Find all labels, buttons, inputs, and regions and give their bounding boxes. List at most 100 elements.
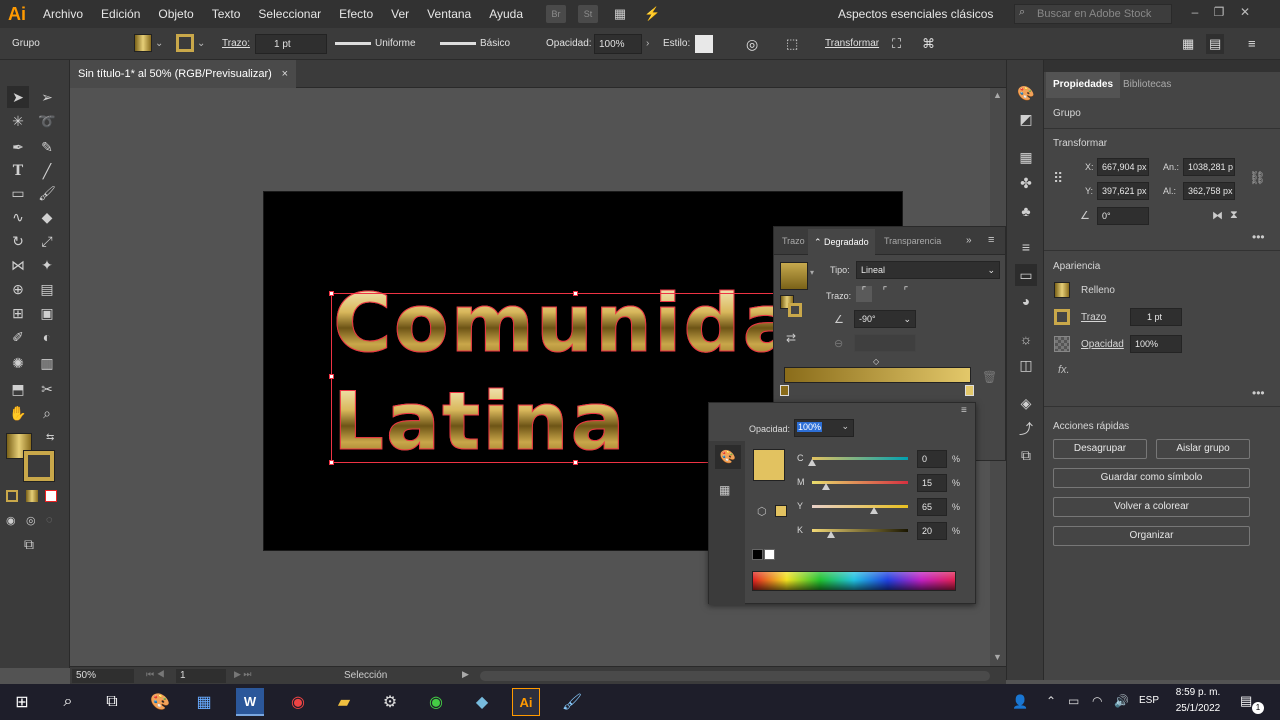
channel-y-thumb[interactable] bbox=[870, 507, 879, 514]
mesh-tool-icon[interactable]: ⊞ bbox=[7, 302, 29, 324]
fill-swatch-panel[interactable] bbox=[1054, 282, 1070, 298]
gradient-preview-swatch[interactable] bbox=[780, 262, 808, 290]
chevron-right-icon[interactable]: › bbox=[646, 34, 649, 54]
constrain-proportions-icon[interactable]: ⛓ bbox=[1249, 170, 1266, 186]
volume-icon[interactable]: 🔊 bbox=[1114, 694, 1129, 708]
profile-field[interactable]: Uniforme bbox=[335, 34, 421, 54]
gradient-angle-field[interactable]: -90° ⌄ bbox=[854, 310, 916, 328]
quick-actions-icon[interactable]: ⌘ bbox=[922, 34, 935, 54]
clock-time[interactable]: 8:59 p. m. bbox=[1172, 687, 1224, 698]
zoom-field[interactable]: 50% bbox=[72, 669, 134, 683]
reverse-gradient-icon[interactable]: ⇄ bbox=[786, 331, 796, 345]
black-swatch[interactable] bbox=[752, 549, 763, 560]
app-icon[interactable]: ◆ bbox=[468, 688, 496, 716]
more-appearance-icon[interactable]: ••• bbox=[1252, 386, 1265, 400]
workspace-switcher[interactable]: Aspectos esenciales clásicos ⌄ bbox=[838, 4, 1006, 41]
out-of-gamut-icon[interactable]: ⬡ bbox=[757, 505, 767, 518]
style-swatch[interactable] bbox=[695, 35, 713, 53]
fill-swatch[interactable] bbox=[134, 34, 152, 52]
menu-ver[interactable]: Ver bbox=[382, 0, 418, 28]
restore-icon[interactable]: ❐ bbox=[1208, 2, 1230, 22]
tab-transparencia[interactable]: Transparencia bbox=[884, 236, 941, 246]
opacity-panel-field[interactable]: 100% bbox=[1130, 335, 1182, 353]
close-icon[interactable]: ✕ bbox=[1234, 2, 1256, 22]
channel-c-slider[interactable] bbox=[812, 457, 908, 460]
menu-archivo[interactable]: Archivo bbox=[34, 0, 92, 28]
rotate-angle-field[interactable]: 0° bbox=[1097, 207, 1149, 225]
draw-mode-icon[interactable]: ◉ bbox=[6, 514, 16, 527]
arrange-button[interactable]: Organizar bbox=[1053, 526, 1250, 546]
isolate-group-button[interactable]: Aislar grupo bbox=[1156, 439, 1250, 459]
language-indicator[interactable]: ESP bbox=[1139, 695, 1159, 706]
panel-menu-icon[interactable]: ▤ bbox=[1206, 34, 1225, 54]
shaper-tool-icon[interactable]: ∿ bbox=[7, 206, 29, 228]
export-icon[interactable]: ⤴ bbox=[1015, 418, 1037, 440]
horizontal-scrollbar[interactable] bbox=[480, 671, 990, 681]
properties-icon[interactable]: ◩ bbox=[1015, 108, 1037, 130]
gradient-stop-right[interactable] bbox=[965, 385, 974, 396]
search-icon[interactable]: ⌕ bbox=[54, 688, 82, 716]
stroke-link[interactable]: Trazo bbox=[1081, 312, 1106, 323]
channel-m-thumb[interactable] bbox=[822, 483, 831, 490]
align-icon[interactable]: ⬚ bbox=[786, 34, 798, 54]
channel-c-field[interactable]: 0 bbox=[917, 450, 947, 468]
channel-y-field[interactable]: 65 bbox=[917, 498, 947, 516]
preset-dropdown-icon[interactable]: ▾ bbox=[810, 268, 814, 277]
y-field[interactable]: 397,621 px bbox=[1097, 182, 1149, 200]
recolor-button[interactable]: Volver a colorear bbox=[1053, 497, 1250, 517]
illustrator-taskbar-icon[interactable]: Ai bbox=[512, 688, 540, 716]
line-tool-icon[interactable]: ╱ bbox=[36, 160, 58, 182]
graphic-styles-icon[interactable]: ◫ bbox=[1015, 354, 1037, 376]
libraries-icon[interactable]: ▦ bbox=[1015, 146, 1037, 168]
gpu-performance-icon[interactable]: ⚡ bbox=[642, 5, 662, 23]
stock-search-input[interactable]: Buscar en Adobe Stock bbox=[1014, 4, 1172, 24]
slice-tool-icon[interactable]: ✂ bbox=[36, 378, 58, 400]
stroke-panel-icon[interactable]: ≡ bbox=[1015, 236, 1037, 258]
paint3d-icon[interactable]: 🖌 bbox=[558, 688, 586, 716]
shape-builder-icon[interactable]: ⊕ bbox=[7, 278, 29, 300]
scale-tool-icon[interactable]: ⤢ bbox=[36, 230, 58, 252]
x-field[interactable]: 667,904 px bbox=[1097, 158, 1149, 176]
channel-y-slider[interactable] bbox=[812, 505, 908, 508]
opacity-field[interactable]: 100% bbox=[594, 34, 642, 54]
calculator-icon[interactable]: ▦ bbox=[190, 688, 218, 716]
symbol-sprayer-icon[interactable]: ✺ bbox=[7, 352, 29, 374]
stroke-within-icon[interactable]: ⌜ bbox=[856, 286, 872, 302]
artboard-tool-icon[interactable]: ⬒ bbox=[7, 378, 29, 400]
blend-tool-icon[interactable]: ◐ bbox=[36, 326, 58, 348]
gradient-stop-left[interactable] bbox=[780, 385, 789, 396]
puppet-warp-icon[interactable]: ✦ bbox=[36, 254, 58, 276]
eyedropper-icon[interactable]: ✐ bbox=[7, 326, 29, 348]
draw-behind-icon[interactable]: ◎ bbox=[26, 514, 36, 527]
gradient-stroke-icon[interactable] bbox=[788, 303, 802, 317]
wifi-icon[interactable]: ◠ bbox=[1092, 694, 1102, 708]
channel-m-field[interactable]: 15 bbox=[917, 474, 947, 492]
page-field[interactable]: 1 bbox=[176, 669, 226, 683]
tab-trazo[interactable]: Trazo bbox=[782, 236, 805, 246]
pen-tool-icon[interactable]: ✒ bbox=[7, 136, 29, 158]
lasso-icon[interactable]: ➰ bbox=[36, 110, 58, 132]
stroke-dropdown-icon[interactable]: ⌄ bbox=[197, 34, 205, 54]
menu-objeto[interactable]: Objeto bbox=[149, 0, 202, 28]
height-field[interactable]: 362,758 px bbox=[1183, 182, 1235, 200]
menu-texto[interactable]: Texto bbox=[203, 0, 250, 28]
width-tool-icon[interactable]: ⋈ bbox=[7, 254, 29, 276]
scroll-down-icon[interactable]: ▼ bbox=[993, 652, 1002, 662]
paintbrush-icon[interactable]: 🖌 bbox=[36, 182, 58, 204]
windows-start-icon[interactable]: ⊞ bbox=[8, 688, 36, 716]
ungroup-button[interactable]: Desagrupar bbox=[1053, 439, 1147, 459]
swatches-tab-icon[interactable]: ▦ bbox=[719, 483, 730, 497]
file-explorer-icon[interactable]: ▰ bbox=[330, 688, 358, 716]
symbols-icon[interactable]: ♣ bbox=[1015, 200, 1037, 222]
layers-icon[interactable]: ◈ bbox=[1015, 392, 1037, 414]
stroke-across-icon[interactable]: ⌜ bbox=[898, 286, 914, 302]
isolate-icon[interactable]: ⛶ bbox=[892, 34, 901, 54]
midpoint-diamond-icon[interactable]: ◇ bbox=[873, 357, 879, 366]
first-page-icon[interactable]: ⏮ ◀ bbox=[146, 669, 165, 680]
fill-dropdown-icon[interactable]: ⌄ bbox=[155, 34, 163, 54]
color-tab-icon[interactable]: 🎨 bbox=[715, 445, 741, 469]
word-icon[interactable]: W bbox=[236, 688, 264, 716]
transform-link[interactable]: Transformar bbox=[825, 34, 879, 54]
document-tab[interactable]: Sin título-1* al 50% (RGB/Previsualizar)… bbox=[70, 60, 296, 88]
direct-selection-tool-icon[interactable]: ➢ bbox=[36, 86, 58, 108]
